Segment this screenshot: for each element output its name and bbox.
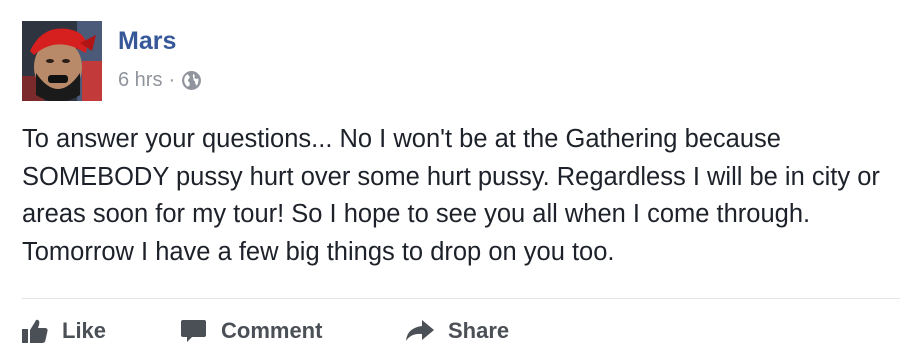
comment-label: Comment bbox=[221, 318, 323, 343]
author-avatar[interactable] bbox=[22, 21, 102, 101]
share-label: Share bbox=[448, 318, 510, 343]
author-name[interactable]: Mars bbox=[118, 26, 176, 56]
actions-divider bbox=[22, 298, 900, 299]
share-arrow-icon bbox=[406, 320, 434, 341]
avatar-image bbox=[22, 21, 102, 101]
like-label: Like bbox=[62, 318, 107, 343]
like-button[interactable]: Like bbox=[22, 318, 180, 344]
speech-bubble-icon bbox=[181, 320, 206, 342]
post-actions-bar: Like Comment Share bbox=[22, 310, 509, 352]
post-body-text: To answer your questions... No I won't b… bbox=[22, 125, 880, 266]
post-timestamp[interactable]: 6 hrs bbox=[118, 66, 162, 94]
globe-icon[interactable] bbox=[181, 70, 202, 91]
post-meta: 6 hrs · bbox=[118, 66, 202, 94]
share-button[interactable]: Share bbox=[405, 318, 509, 344]
meta-separator: · bbox=[168, 69, 176, 91]
thumbs-up-icon bbox=[22, 319, 48, 343]
comment-button[interactable]: Comment bbox=[180, 318, 405, 344]
